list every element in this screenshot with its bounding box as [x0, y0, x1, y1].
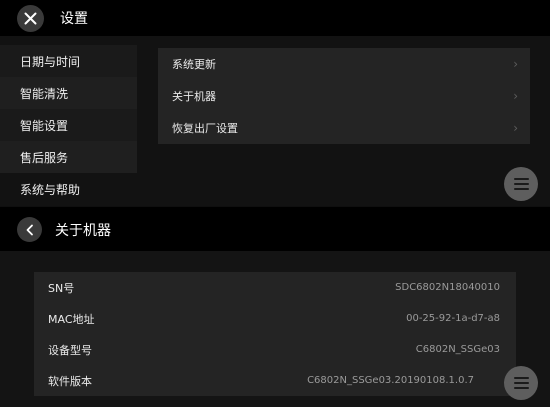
info-row-model: 设备型号 C6802N_SSGe03 [34, 334, 516, 365]
info-key: 设备型号 [48, 343, 92, 357]
info-row-sn: SN号 SDC6802N18040010 [34, 272, 516, 303]
menu-fab-button[interactable] [504, 366, 538, 400]
sidebar-item-after-sales[interactable]: 售后服务 [0, 141, 137, 173]
chevron-right-icon: › [513, 89, 518, 103]
sidebar-item-system-help[interactable]: 系统与帮助 [0, 173, 137, 205]
close-icon [24, 12, 37, 25]
info-row-mac: MAC地址 00-25-92-1a-d7-a8 [34, 303, 516, 334]
sidebar-item-label: 智能清洗 [20, 86, 69, 101]
chevron-right-icon: › [513, 57, 518, 71]
settings-menu: 系统更新 › 关于机器 › 恢复出厂设置 › [158, 48, 530, 144]
about-info-list: SN号 SDC6802N18040010 MAC地址 00-25-92-1a-d… [34, 272, 516, 396]
menu-item-label: 恢复出厂设置 [172, 122, 238, 135]
menu-fab-button[interactable] [504, 167, 538, 201]
about-title: 关于机器 [55, 223, 111, 239]
info-value: C6802N_SSGe03.20190108.1.0.7 [307, 375, 474, 386]
info-value: C6802N_SSGe03 [415, 344, 500, 355]
menu-item-label: 关于机器 [172, 90, 216, 103]
about-header: 关于机器 [0, 207, 550, 251]
sidebar-item-label: 系统与帮助 [20, 182, 81, 197]
settings-title: 设置 [60, 11, 88, 27]
settings-panel: 设置 日期与时间 智能清洗 智能设置 售后服务 系统与帮助 系统更新 › 关于机… [0, 0, 550, 206]
hamburger-icon [513, 377, 529, 379]
sidebar-item-smart-clean[interactable]: 智能清洗 [0, 77, 137, 109]
menu-item-system-update[interactable]: 系统更新 › [158, 48, 530, 80]
info-key: MAC地址 [48, 312, 95, 326]
settings-sidebar: 日期与时间 智能清洗 智能设置 售后服务 系统与帮助 [0, 45, 137, 205]
info-key: SN号 [48, 281, 75, 295]
menu-item-label: 系统更新 [172, 58, 216, 71]
chevron-right-icon: › [513, 121, 518, 135]
chevron-left-icon [26, 224, 33, 235]
close-button[interactable] [17, 5, 44, 32]
info-value: SDC6802N18040010 [395, 282, 500, 293]
info-value: 00-25-92-1a-d7-a8 [406, 313, 500, 324]
menu-item-about-machine[interactable]: 关于机器 › [158, 80, 530, 112]
back-button[interactable] [17, 217, 42, 242]
info-row-software-version: 软件版本 C6802N_SSGe03.20190108.1.0.7 [34, 365, 516, 396]
sidebar-item-label: 售后服务 [20, 150, 69, 165]
menu-item-factory-reset[interactable]: 恢复出厂设置 › [158, 112, 530, 144]
info-key: 软件版本 [48, 374, 92, 388]
sidebar-item-label: 日期与时间 [20, 54, 81, 69]
sidebar-item-date-time[interactable]: 日期与时间 [0, 45, 137, 77]
sidebar-item-label: 智能设置 [20, 118, 69, 133]
hamburger-icon [513, 178, 529, 180]
settings-header: 设置 [0, 0, 550, 36]
sidebar-item-smart-settings[interactable]: 智能设置 [0, 109, 137, 141]
